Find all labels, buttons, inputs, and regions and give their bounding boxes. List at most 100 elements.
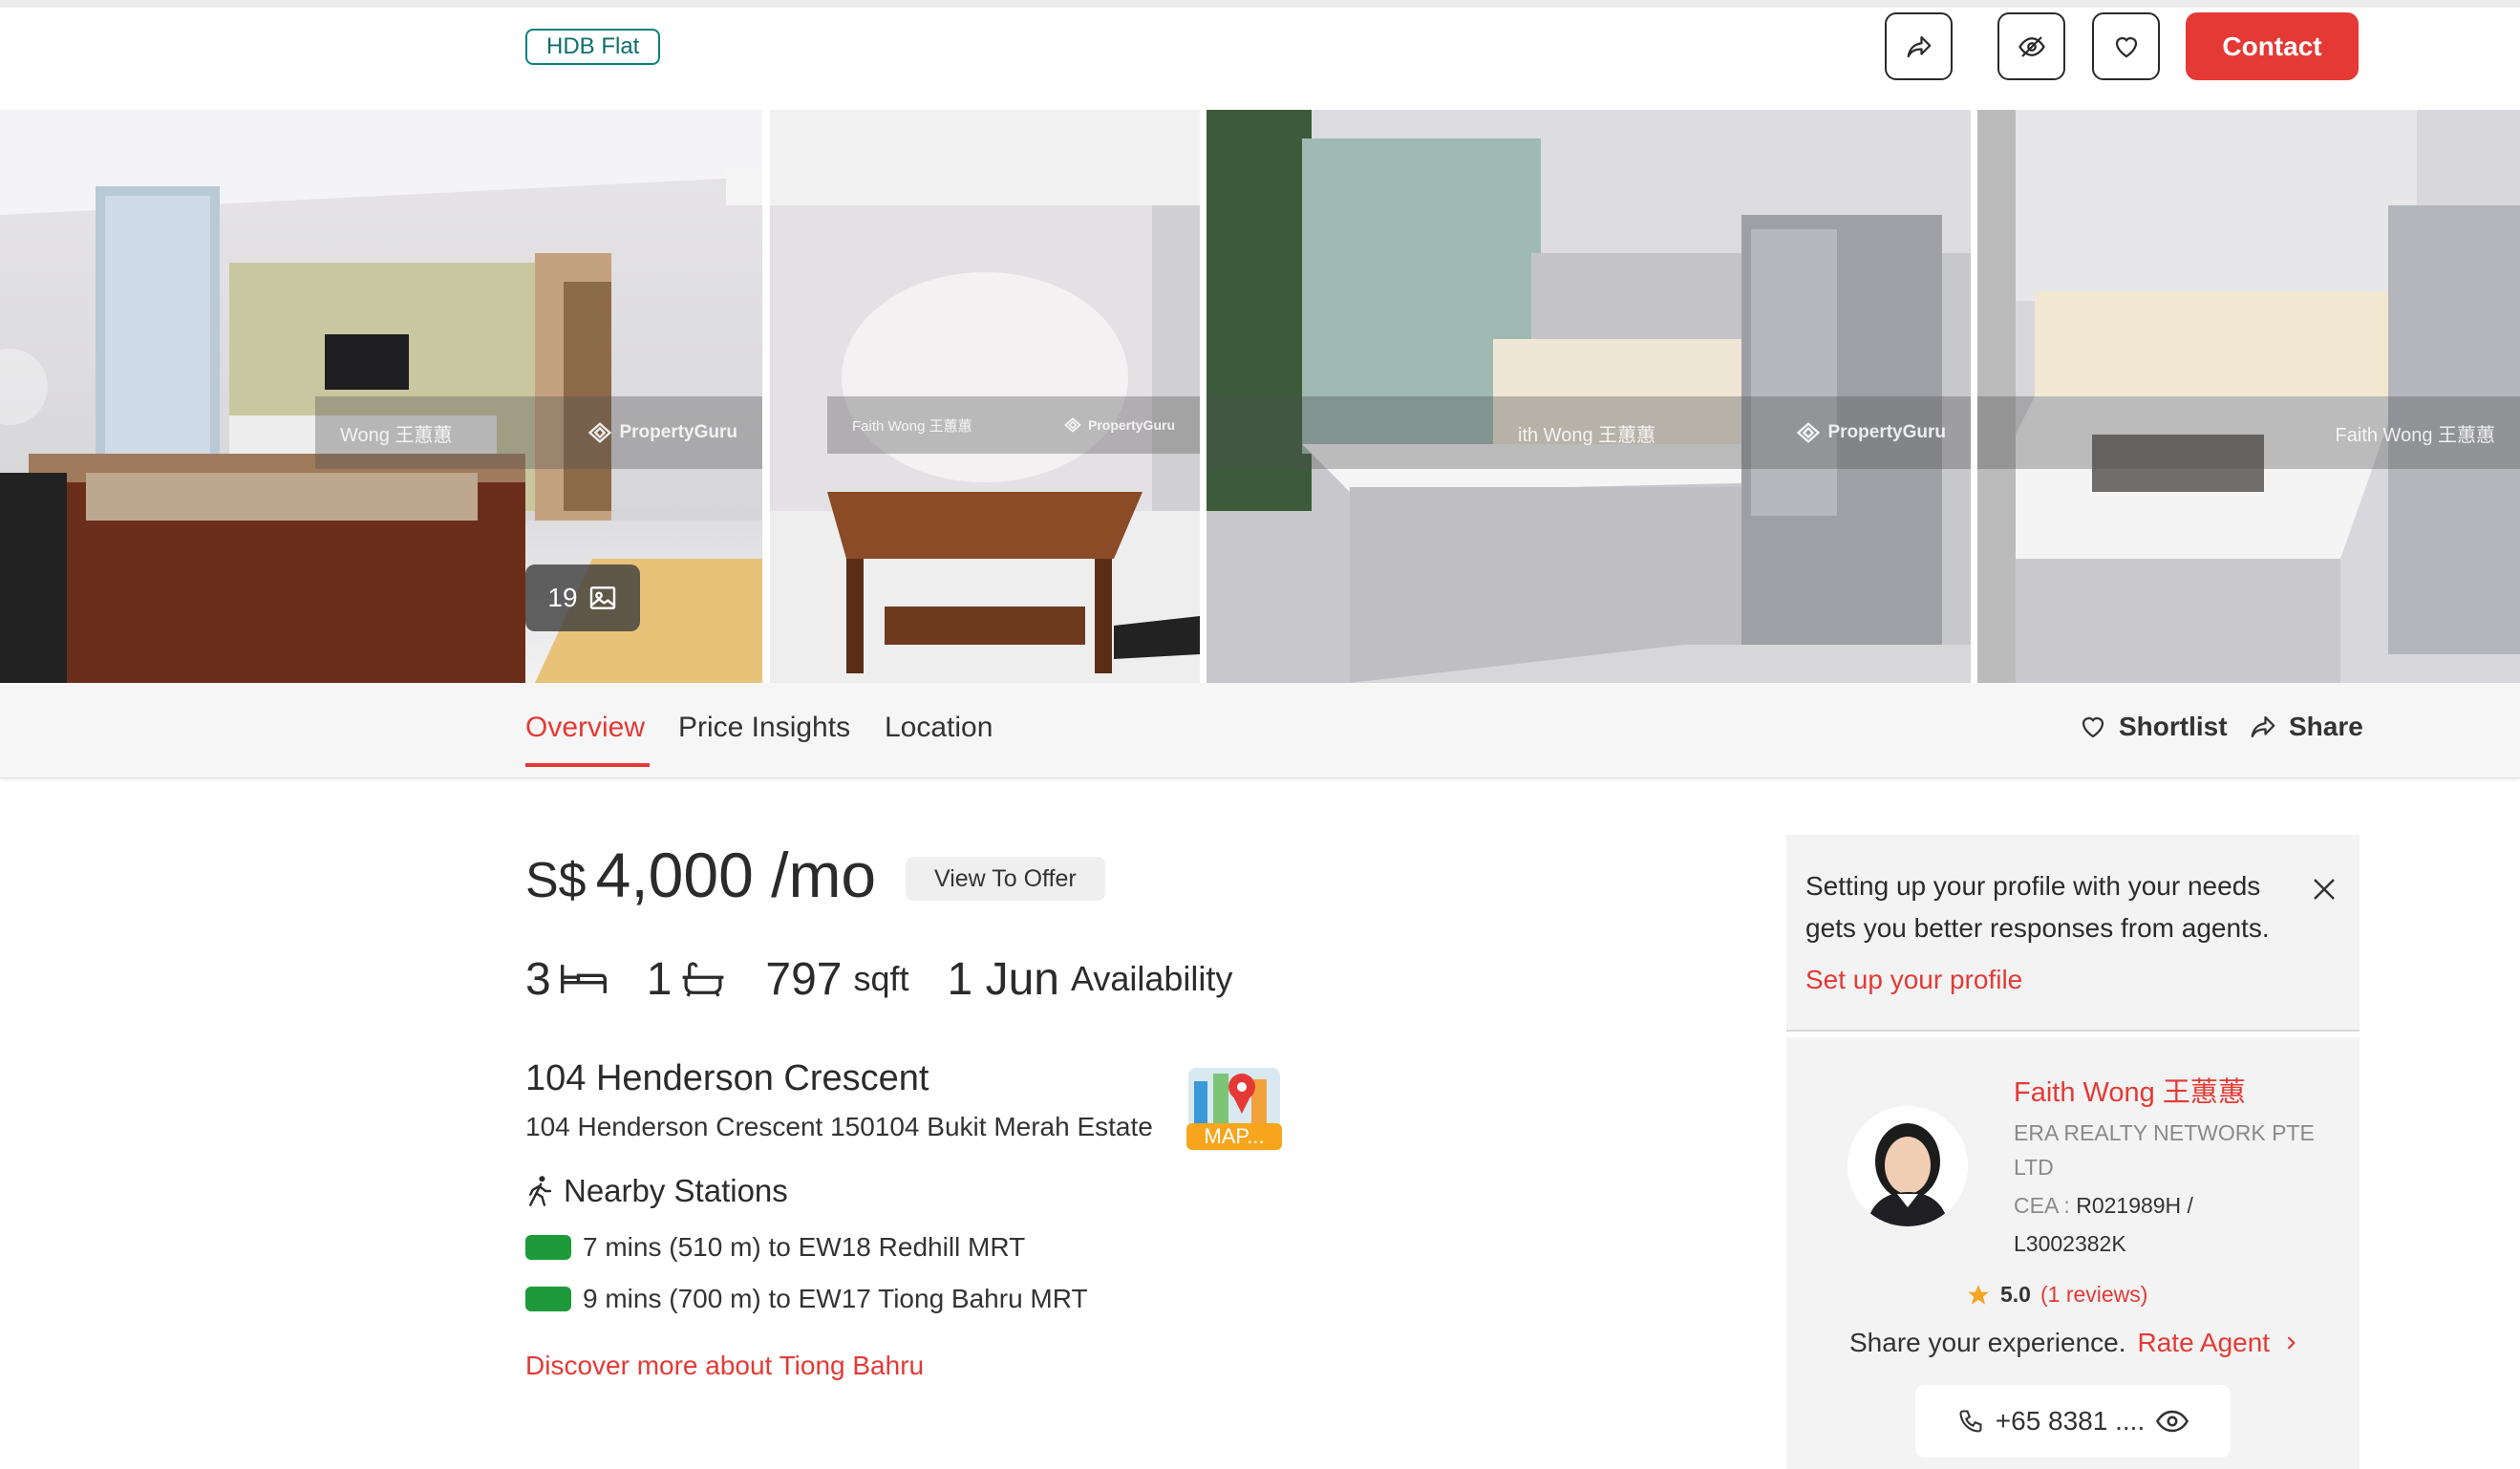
- close-icon[interactable]: [2310, 875, 2338, 904]
- photo-count-button[interactable]: 19: [525, 564, 640, 631]
- map-icon: MAP...: [1186, 1068, 1282, 1150]
- listing-price: S$ 4,000 /mo: [525, 839, 876, 911]
- share-icon: [1907, 35, 1931, 57]
- heart-icon: [2115, 36, 2137, 57]
- section-tabs: Overview Price Insights Location Shortli…: [0, 683, 2520, 778]
- watermark-brand-text: PropertyGuru: [619, 422, 737, 442]
- walking-icon: [529, 1176, 552, 1206]
- notice-text: Setting up your profile with your needs …: [1805, 871, 2270, 943]
- active-tab-indicator: [525, 763, 650, 767]
- bedroom-count: 3: [525, 953, 551, 1005]
- nearby-stations-heading: Nearby Stations: [525, 1173, 788, 1209]
- gallery-photo-living-room[interactable]: Wong 王蕙蕙 PropertyGuru 19: [0, 110, 762, 683]
- shortlist-label: Shortlist: [2119, 712, 2228, 741]
- watermark-brand: PropertyGuru: [587, 419, 737, 446]
- watermark-brand-text: PropertyGuru: [1827, 422, 1946, 442]
- map-button[interactable]: MAP...: [1185, 1054, 1284, 1152]
- mrt-line-badge: [525, 1287, 571, 1311]
- offer-badge: View To Offer: [906, 857, 1105, 901]
- star-icon: [1968, 1284, 1989, 1305]
- profile-setup-notice: Setting up your profile with your needs …: [1786, 835, 2360, 1032]
- setup-profile-link[interactable]: Set up your profile: [1805, 965, 2022, 995]
- photo-count: 19: [547, 583, 578, 612]
- share-experience: Share your experience. Rate Agent: [1849, 1328, 2300, 1358]
- area-value: 797: [765, 953, 843, 1005]
- watermark-brand-text: PropertyGuru: [1087, 417, 1175, 433]
- contact-button[interactable]: Contact: [2186, 12, 2359, 80]
- listing-header: HDB Flat Contact: [0, 8, 2520, 109]
- shortlist-button[interactable]: Shortlist: [2079, 712, 2228, 742]
- phone-number: +65 8381 ....: [1995, 1406, 2146, 1436]
- hide-icon: [2018, 35, 2045, 57]
- favourite-button[interactable]: [2092, 12, 2160, 80]
- gallery-photo-kitchen[interactable]: ith Wong 王蕙蕙 PropertyGuru: [1207, 110, 1971, 683]
- agent-rating: 5.0 (1 reviews): [1966, 1282, 2147, 1308]
- gallery-photo-kitchen-2[interactable]: Faith Wong 王蕙蕙: [1977, 110, 2520, 683]
- bedrooms: 3: [525, 953, 609, 1006]
- phone-icon: [1959, 1410, 1982, 1433]
- reveal-phone-button[interactable]: +65 8381 ....: [1915, 1385, 2231, 1458]
- top-divider: [0, 0, 2520, 8]
- address-title: 104 Henderson Crescent: [525, 1058, 929, 1098]
- propertyguru-logo-icon: [1797, 422, 1821, 443]
- rate-agent-link[interactable]: Rate Agent: [2138, 1328, 2271, 1358]
- price-value: 4,000 /mo: [595, 840, 877, 910]
- tab-location[interactable]: Location: [885, 712, 993, 744]
- discover-neighbourhood-link[interactable]: Discover more about Tiong Bahru: [525, 1351, 924, 1381]
- station-item: 7 mins (510 m) to EW18 Redhill MRT: [525, 1232, 1025, 1263]
- watermark-agent-name: Faith Wong 王蕙蕙: [2335, 424, 2495, 446]
- availability: 1 Jun Availability: [948, 953, 1233, 1006]
- bathroom-count: 1: [646, 953, 673, 1005]
- agency-name: ERA REALTY NETWORK PTE LTD: [2014, 1120, 2315, 1180]
- cea-license: CEA : R021989H / L3002382K: [2014, 1186, 2300, 1263]
- address-full: 104 Henderson Crescent 150104 Bukit Mera…: [525, 1112, 1153, 1141]
- photo-watermark: Faith Wong 王蕙蕙: [1977, 396, 2520, 469]
- propertyguru-logo-icon: [1064, 417, 1081, 433]
- watermark-agent-name: Faith Wong 王蕙蕙: [852, 417, 972, 435]
- availability-date: 1 Jun: [947, 953, 1059, 1005]
- share-button[interactable]: [1885, 12, 1953, 80]
- chevron-right-icon: [2287, 1336, 2296, 1350]
- photo-watermark: Faith Wong 王蕙蕙 PropertyGuru: [827, 396, 1200, 454]
- rating-score: 5.0: [2000, 1282, 2031, 1307]
- watermark-brand: PropertyGuru: [1795, 419, 1946, 446]
- station-text: 7 mins (510 m) to EW18 Redhill MRT: [583, 1232, 1026, 1262]
- station-item: 9 mins (700 m) to EW17 Tiong Bahru MRT: [525, 1284, 1088, 1314]
- watermark-brand: PropertyGuru: [1063, 415, 1175, 435]
- agent-card: Faith Wong 王蕙蕙 ERA REALTY NETWORK PTE LT…: [1786, 1037, 2360, 1469]
- gallery-photo-dining[interactable]: Faith Wong 王蕙蕙 PropertyGuru: [770, 110, 1200, 683]
- bathtub-icon: [682, 962, 724, 997]
- photo-watermark: Wong 王蕙蕙 PropertyGuru: [315, 396, 762, 469]
- share-icon: [2251, 715, 2275, 738]
- agent-name-link[interactable]: Faith Wong 王蕙蕙: [2014, 1070, 2246, 1110]
- tab-price-insights[interactable]: Price Insights: [678, 712, 850, 744]
- propertyguru-logo-icon: [588, 422, 612, 443]
- image-icon: [589, 586, 615, 609]
- nearby-title: Nearby Stations: [564, 1173, 788, 1208]
- map-label: MAP...: [1204, 1124, 1264, 1148]
- share-listing-button[interactable]: Share: [2249, 712, 2363, 742]
- hide-listing-button[interactable]: [1997, 12, 2065, 80]
- photo-watermark: ith Wong 王蕙蕙 PropertyGuru: [1207, 396, 1971, 469]
- share-label: Share: [2289, 712, 2363, 741]
- bathrooms: 1: [647, 953, 728, 1006]
- eye-icon: [2156, 1410, 2189, 1433]
- agent-photo: [1847, 1106, 1968, 1226]
- reviews-link[interactable]: (1 reviews): [2040, 1282, 2147, 1308]
- floor-area: 797 sqft: [765, 953, 908, 1006]
- watermark-agent-name: Wong 王蕙蕙: [340, 424, 453, 446]
- photo-gallery[interactable]: Wong 王蕙蕙 PropertyGuru 19 Faith Wong 王蕙蕙 …: [0, 110, 2520, 683]
- bed-icon: [560, 965, 607, 993]
- availability-label: Availability: [1070, 959, 1233, 998]
- heart-icon: [2082, 716, 2104, 738]
- listing-specs: 3 1 797 sqft 1 Jun Availability: [525, 946, 1271, 1012]
- tab-overview[interactable]: Overview: [525, 712, 645, 744]
- area-unit: sqft: [853, 959, 909, 998]
- property-type-badge: HDB Flat: [525, 29, 661, 65]
- price-currency: S$: [525, 853, 587, 908]
- agent-avatar[interactable]: [1847, 1106, 1968, 1226]
- mrt-line-badge: [525, 1235, 571, 1260]
- cea-label: CEA :: [2014, 1193, 2070, 1218]
- share-experience-text: Share your experience.: [1849, 1328, 2126, 1357]
- station-text: 9 mins (700 m) to EW17 Tiong Bahru MRT: [583, 1284, 1088, 1313]
